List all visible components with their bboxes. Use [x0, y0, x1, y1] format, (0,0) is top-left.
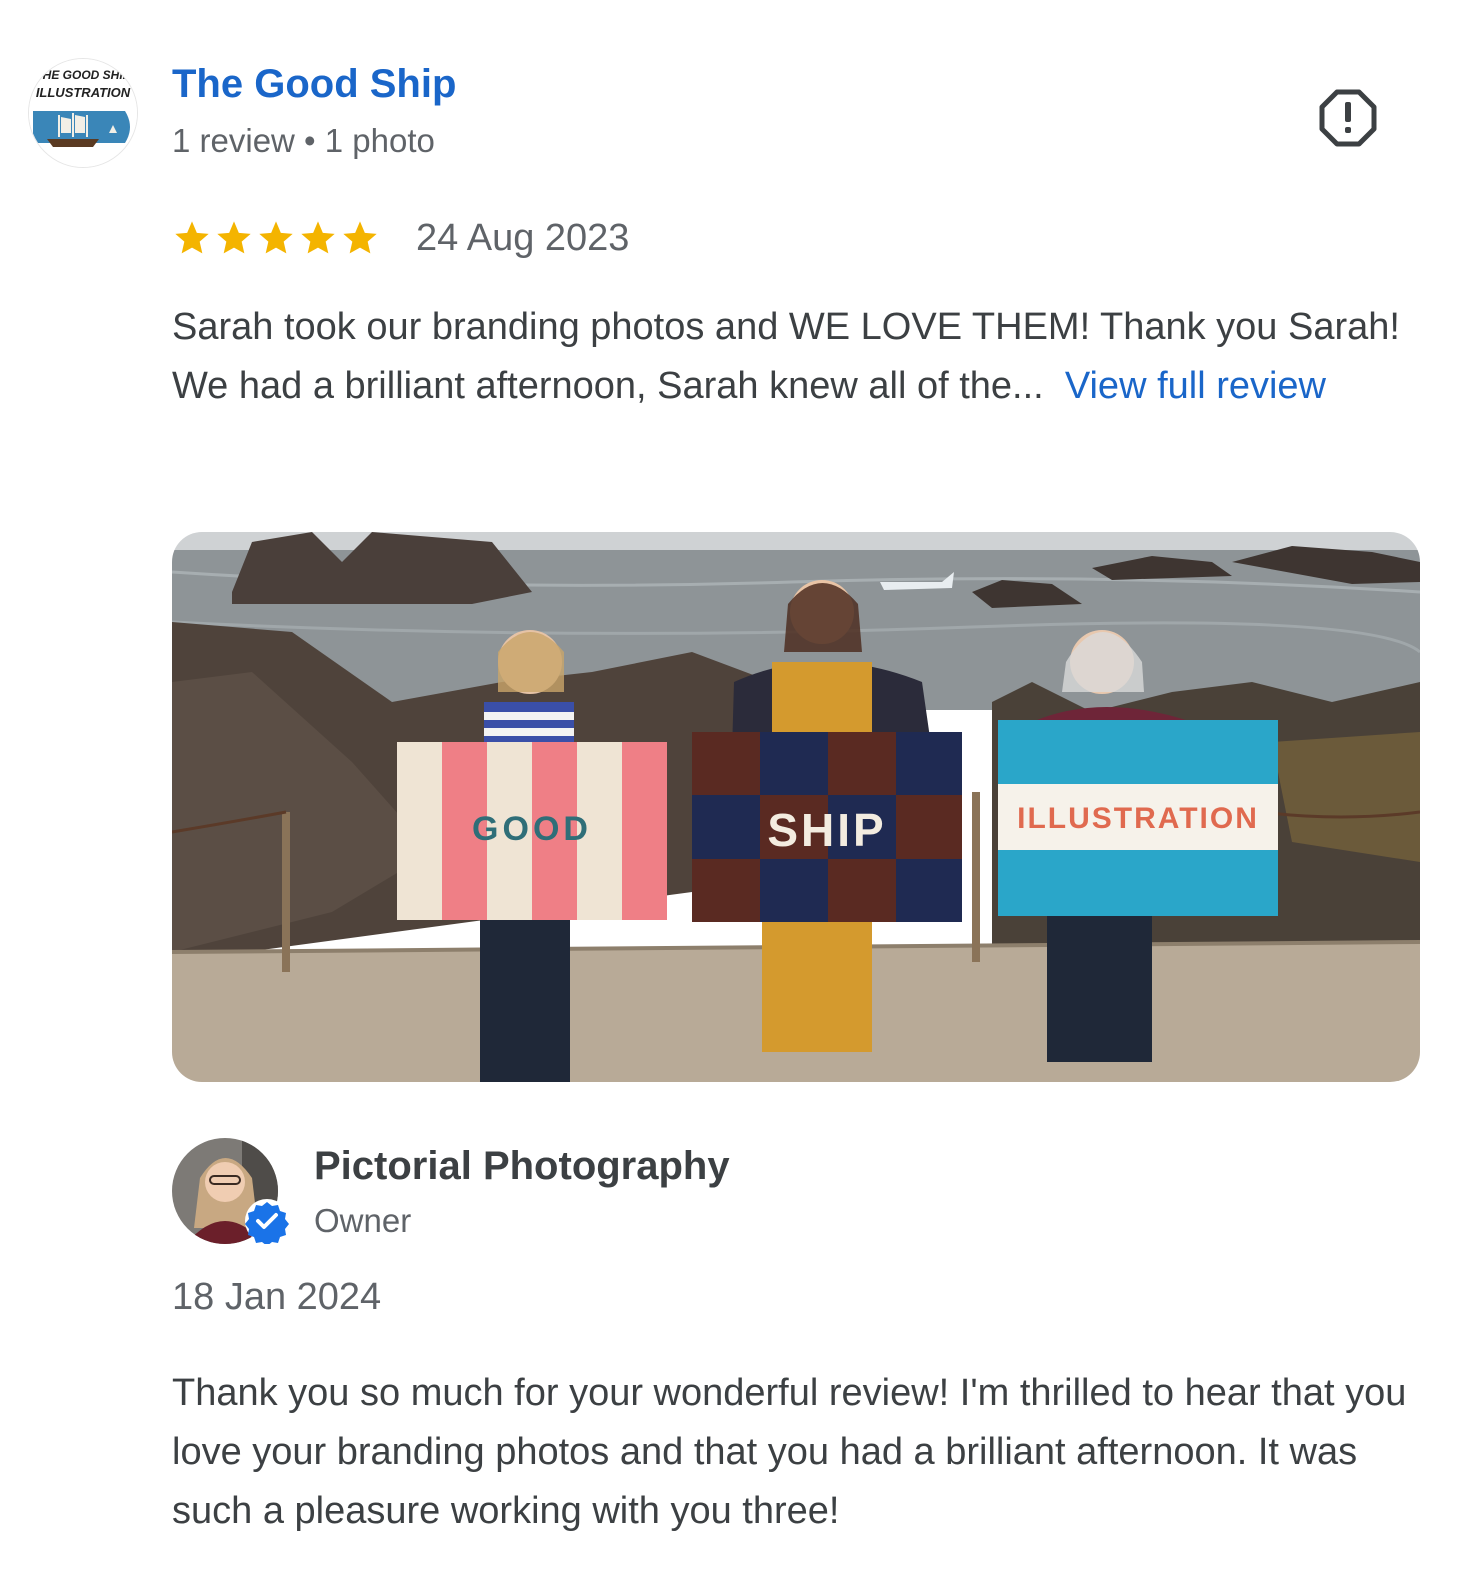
flag-ship-label: SHIP — [767, 804, 886, 856]
star-icon — [175, 221, 209, 254]
reviewer-meta: 1 review • 1 photo — [172, 122, 435, 159]
star-icon — [343, 221, 377, 254]
photo-scene: GOOD SHIP ILLUSTRATION — [172, 532, 1420, 1082]
reviewer-avatar[interactable]: THE GOOD SHIP ILLUSTRATION — [28, 58, 138, 168]
review-photo[interactable]: GOOD SHIP ILLUSTRATION — [172, 532, 1420, 1082]
owner-role: Owner — [314, 1202, 412, 1239]
view-full-review-link[interactable]: View full review — [1065, 365, 1326, 407]
logo-text-line1: THE GOOD SHIP — [35, 68, 131, 82]
star-icon — [217, 221, 251, 254]
reviewer-name-link[interactable]: The Good Ship — [172, 62, 456, 107]
flag-illustration: ILLUSTRATION — [998, 720, 1278, 916]
flag-good: GOOD — [397, 742, 667, 920]
owner-name[interactable]: Pictorial Photography — [314, 1144, 730, 1189]
reply-text: Thank you so much for your wonderful rev… — [172, 1372, 1407, 1532]
verified-badge-icon — [244, 1198, 290, 1246]
star-icon — [259, 221, 293, 254]
star-rating — [172, 218, 382, 258]
review-text: Sarah took our branding photos and WE LO… — [172, 298, 1412, 416]
star-icon — [301, 221, 335, 254]
report-review-button[interactable] — [1318, 88, 1378, 148]
flag-good-label: GOOD — [472, 810, 592, 848]
report-icon — [1319, 89, 1377, 147]
rating-row: 24 Aug 2023 — [172, 214, 629, 262]
flag-illustration-label: ILLUSTRATION — [1017, 802, 1259, 835]
review-date: 24 Aug 2023 — [416, 216, 630, 259]
reply-date: 18 Jan 2024 — [172, 1276, 382, 1318]
logo-text-line2: ILLUSTRATION — [36, 85, 131, 100]
flag-ship: SHIP — [692, 732, 962, 922]
